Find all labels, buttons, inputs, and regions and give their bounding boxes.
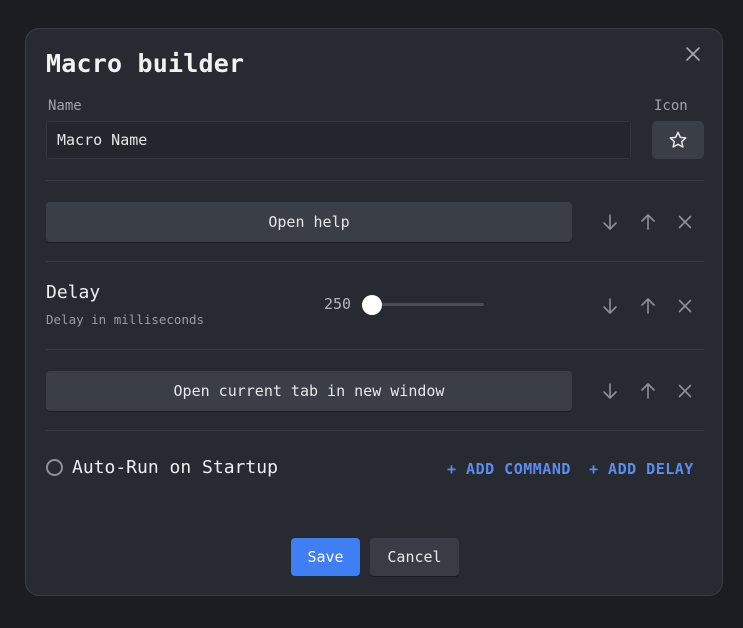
command-step-button[interactable]: Open help: [46, 202, 572, 242]
name-label: Name: [48, 98, 82, 114]
move-down-icon[interactable]: [599, 211, 621, 233]
cancel-button[interactable]: Cancel: [370, 538, 459, 576]
autorun-label[interactable]: Auto-Run on Startup: [72, 457, 278, 478]
close-icon[interactable]: [682, 43, 704, 65]
divider: [46, 180, 704, 181]
move-up-icon[interactable]: [637, 380, 659, 402]
autorun-radio[interactable]: [46, 459, 63, 476]
dialog-title: Macro builder: [46, 49, 245, 78]
delay-slider[interactable]: [362, 295, 484, 315]
delay-slider-thumb[interactable]: [362, 295, 382, 315]
icon-picker-button[interactable]: [652, 121, 704, 159]
divider: [46, 261, 704, 262]
divider: [46, 430, 704, 431]
remove-step-icon[interactable]: [674, 211, 696, 233]
star-icon: [668, 130, 688, 150]
move-down-icon[interactable]: [599, 295, 621, 317]
move-down-icon[interactable]: [599, 380, 621, 402]
move-up-icon[interactable]: [637, 211, 659, 233]
command-step-button[interactable]: Open current tab in new window: [46, 371, 572, 411]
divider: [46, 349, 704, 350]
delay-value: 250: [324, 295, 352, 313]
add-command-link[interactable]: + ADD COMMAND: [447, 460, 571, 478]
icon-label: Icon: [654, 98, 688, 114]
add-delay-link[interactable]: + ADD DELAY: [589, 460, 694, 478]
save-button[interactable]: Save: [291, 538, 360, 576]
remove-step-icon[interactable]: [674, 295, 696, 317]
move-up-icon[interactable]: [637, 295, 659, 317]
delay-step-subtitle: Delay in milliseconds: [46, 312, 205, 327]
remove-step-icon[interactable]: [674, 380, 696, 402]
macro-builder-dialog: Macro builder Name Icon Open help Delay …: [25, 28, 723, 596]
delay-step-title: Delay: [46, 282, 101, 303]
macro-name-input[interactable]: [46, 121, 631, 159]
